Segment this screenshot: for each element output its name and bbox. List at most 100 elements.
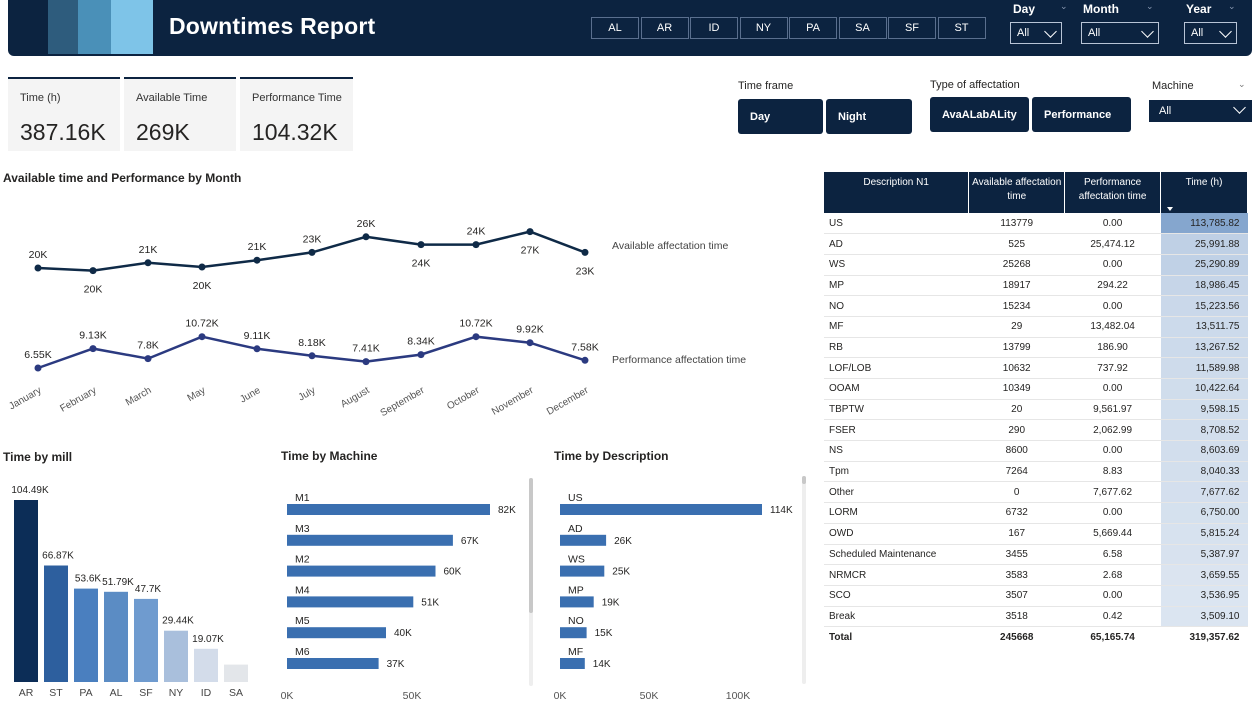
cell-available: 3507 — [968, 585, 1065, 607]
table-row[interactable]: LOF/LOB 10632 737.92 11,589.98 — [824, 357, 1248, 379]
bar — [287, 596, 414, 608]
day-dropdown[interactable]: All — [1010, 22, 1062, 44]
chevron-down-icon[interactable]: ⌄ — [1238, 79, 1246, 90]
chevron-down-icon[interactable]: ⌄ — [1228, 1, 1236, 12]
category-label: M4 — [295, 584, 310, 596]
table-row[interactable]: OWD 167 5,669.44 5,815.24 — [824, 523, 1248, 545]
data-label: 21K — [248, 241, 267, 253]
cell-time: 6,750.00 — [1160, 502, 1248, 524]
table-row[interactable]: RB 13799 186.90 13,267.52 — [824, 337, 1248, 359]
data-label: 40K — [394, 628, 412, 639]
data-point — [198, 333, 206, 341]
column-header-available[interactable]: Available affectation time — [968, 172, 1066, 213]
description-chart-scrollbar-thumb[interactable] — [802, 476, 806, 484]
data-point — [198, 263, 206, 271]
year-dropdown[interactable]: All — [1184, 22, 1237, 44]
data-label: 29.44K — [162, 616, 194, 627]
mill-bar — [164, 630, 188, 682]
cell-performance: 0.00 — [1064, 295, 1161, 317]
table-row[interactable]: AD 525 25,474.12 25,991.88 — [824, 233, 1248, 255]
night-button[interactable]: Night — [826, 99, 912, 134]
bar — [287, 658, 379, 669]
mill-button-id[interactable]: ID — [690, 17, 738, 39]
x-tick-label: October — [445, 385, 482, 413]
month-dropdown[interactable]: All — [1081, 22, 1159, 44]
mill-button-ar[interactable]: AR — [640, 17, 689, 39]
mill-button-ny[interactable]: NY — [739, 17, 788, 39]
machine-dropdown[interactable]: All — [1149, 100, 1252, 122]
kpi-value: 387.16K — [20, 119, 106, 145]
availability-button[interactable]: AvaALabALity — [930, 97, 1029, 132]
table-row[interactable]: US 113779 0.00 113,785.82 — [824, 213, 1248, 235]
cell-performance: 5,669.44 — [1064, 523, 1161, 545]
table-row[interactable]: SCO 3507 0.00 3,536.95 — [824, 585, 1248, 607]
data-point — [417, 241, 425, 249]
data-label: 20K — [84, 284, 103, 296]
table-row[interactable]: OOAM 10349 0.00 10,422.64 — [824, 378, 1248, 400]
data-point — [308, 248, 316, 256]
chevron-down-icon — [1044, 25, 1057, 38]
data-label: 8.18K — [298, 337, 325, 349]
mill-button-al[interactable]: AL — [591, 17, 639, 39]
data-label: 26K — [357, 218, 376, 230]
cell-performance: 0.00 — [1064, 378, 1161, 400]
x-tick-label: ST — [49, 687, 63, 699]
month-slicer-label: Month — [1083, 2, 1119, 16]
data-label: 14K — [593, 659, 611, 670]
data-label: 6.55K — [24, 349, 51, 361]
data-label: 104.49K — [11, 485, 49, 496]
machine-chart-scrollbar-thumb[interactable] — [529, 478, 533, 613]
table-row[interactable]: NS 8600 0.00 8,603.69 — [824, 440, 1248, 462]
month-line-chart: 20K 20K 21K 20K 21K 23K 26K 24K 24K 27K 23K Availab… — [7, 218, 746, 419]
total-label: Total — [824, 626, 969, 648]
day-button[interactable]: Day — [738, 99, 823, 134]
cell-time: 7,677.62 — [1160, 481, 1248, 504]
column-header-time-label: Time (h) — [1185, 177, 1223, 188]
column-header-description[interactable]: Description N1 — [824, 172, 970, 213]
mill-button-sf[interactable]: SF — [888, 17, 936, 39]
mill-bar — [134, 598, 158, 682]
table-row[interactable]: WS 25268 0.00 25,290.89 — [824, 254, 1248, 276]
description-chart-scrollbar[interactable] — [802, 476, 806, 684]
table-row[interactable]: MP 18917 294.22 18,986.45 — [824, 275, 1248, 297]
mill-bar — [104, 591, 128, 682]
table-row[interactable]: FSER 290 2,062.99 8,708.52 — [824, 419, 1248, 442]
cell-performance: 0.42 — [1064, 606, 1161, 628]
table-row[interactable]: Other 0 7,677.62 7,677.62 — [824, 481, 1248, 504]
table-total-row: Total 245668 65,165.74 319,357.62 — [824, 626, 1248, 648]
cell-performance: 186.90 — [1064, 337, 1161, 359]
mill-button-sa[interactable]: SA — [838, 17, 887, 39]
mill-bar — [224, 664, 248, 682]
table-row[interactable]: LORM 6732 0.00 6,750.00 — [824, 502, 1248, 524]
table-row[interactable]: Tpm 7264 8.83 8,040.33 — [824, 461, 1248, 483]
column-header-performance[interactable]: Performance affectation time — [1064, 172, 1162, 213]
mill-button-st[interactable]: ST — [937, 17, 986, 39]
data-point — [34, 264, 42, 272]
cell-description: NO — [824, 295, 969, 317]
time-frame-title: Time frame — [738, 80, 794, 92]
cell-description: OOAM — [824, 378, 969, 400]
cell-time: 11,589.98 — [1160, 357, 1248, 379]
table-row[interactable]: TBPTW 20 9,561.97 9,598.15 — [824, 399, 1248, 421]
table-row[interactable]: Break 3518 0.42 3,509.10 — [824, 606, 1248, 628]
description-table: Description N1 Available affectation tim… — [824, 172, 1248, 648]
mill-button-pa[interactable]: PA — [789, 17, 837, 39]
data-label: 51K — [421, 597, 439, 608]
chevron-down-icon[interactable]: ⌄ — [1146, 1, 1154, 12]
table-row[interactable]: Scheduled Maintenance 3455 6.58 5,387.97 — [824, 544, 1248, 566]
table-row[interactable]: NO 15234 0.00 15,223.56 — [824, 295, 1248, 317]
data-point — [472, 333, 480, 341]
logo-block-2 — [78, 0, 112, 54]
column-header-time[interactable]: Time (h) — [1160, 172, 1248, 213]
kpi-label: Available Time — [136, 92, 208, 104]
total-available: 245668 — [968, 626, 1065, 648]
table-row[interactable]: NRMCR 3583 2.68 3,659.55 — [824, 564, 1248, 586]
data-point — [581, 356, 589, 364]
performance-button[interactable]: Performance — [1032, 97, 1131, 132]
kpi-value: 269K — [136, 119, 190, 145]
data-point — [89, 345, 97, 353]
data-label: 10.72K — [459, 318, 492, 330]
cell-performance: 25,474.12 — [1064, 233, 1161, 255]
chevron-down-icon[interactable]: ⌄ — [1060, 1, 1068, 12]
table-row[interactable]: MF 29 13,482.04 13,511.75 — [824, 316, 1248, 338]
